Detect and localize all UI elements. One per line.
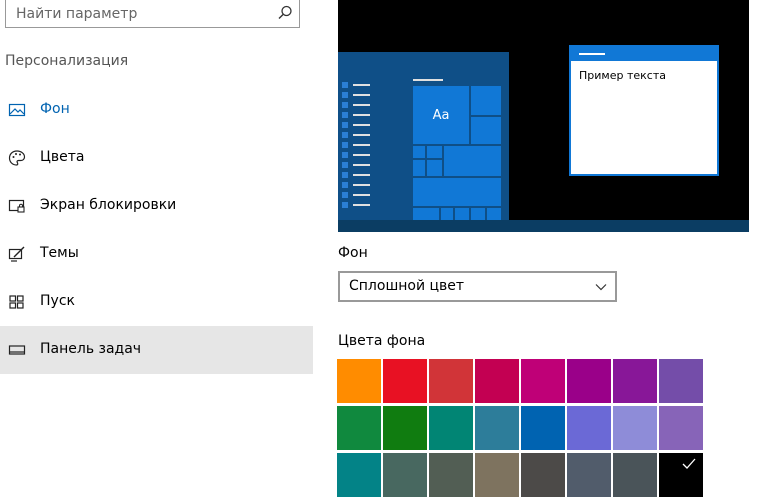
- preview-tile: [427, 146, 442, 158]
- color-swatch[interactable]: [429, 406, 473, 450]
- sidebar-item-themes[interactable]: Темы: [0, 230, 313, 278]
- color-swatch[interactable]: [429, 359, 473, 403]
- sidebar-item-label: Экран блокировки: [40, 197, 177, 213]
- sidebar-item-label: Панель задач: [40, 341, 142, 357]
- background-type-dropdown[interactable]: Сплошной цвет: [338, 271, 617, 302]
- color-swatch[interactable]: [475, 453, 519, 497]
- color-swatch[interactable]: [383, 453, 427, 497]
- sidebar: Персонализация Фон Цвета Экран блокировк…: [0, 0, 313, 504]
- color-swatch[interactable]: [613, 453, 657, 497]
- preview-tile: [413, 178, 501, 206]
- preview-window-titlebar: [571, 47, 717, 61]
- color-swatch[interactable]: [383, 359, 427, 403]
- preview-tile-label: Aa: [432, 107, 450, 123]
- preview-tile: [455, 208, 469, 220]
- background-colors-label: Цвета фона: [338, 333, 426, 349]
- preview-tile: [413, 146, 425, 158]
- sidebar-item-background[interactable]: Фон: [0, 86, 313, 134]
- color-swatch[interactable]: [337, 453, 381, 497]
- preview-window-text: Пример текста: [579, 69, 666, 82]
- chevron-down-icon: [595, 284, 607, 291]
- checkmark-icon: [682, 458, 696, 469]
- sidebar-item-start[interactable]: Пуск: [0, 278, 313, 326]
- taskbar-icon: [8, 345, 26, 355]
- preview-tile: [441, 208, 453, 220]
- color-swatch[interactable]: [521, 406, 565, 450]
- sidebar-item-colors[interactable]: Цвета: [0, 134, 313, 182]
- color-swatch[interactable]: [475, 359, 519, 403]
- search-icon[interactable]: [276, 4, 294, 22]
- section-title: Персонализация: [5, 53, 129, 69]
- lock-screen-icon: [8, 199, 25, 213]
- search-box[interactable]: [5, 0, 300, 28]
- color-swatch[interactable]: [567, 359, 611, 403]
- color-swatch[interactable]: [475, 406, 519, 450]
- picture-icon: [8, 103, 26, 117]
- preview-taskbar: [338, 220, 749, 232]
- preview-tiles-header: [413, 79, 443, 81]
- preview-tile: [471, 86, 501, 115]
- sidebar-item-lock-screen[interactable]: Экран блокировки: [0, 182, 313, 230]
- sidebar-item-label: Фон: [40, 101, 70, 117]
- sidebar-item-label: Цвета: [40, 149, 85, 165]
- color-swatch[interactable]: [659, 453, 703, 497]
- preview-window: Пример текста: [569, 45, 719, 176]
- preview-tile-aa: Aa: [413, 86, 469, 144]
- color-swatch[interactable]: [659, 406, 703, 450]
- color-swatch[interactable]: [659, 359, 703, 403]
- preview-tile: [487, 208, 501, 220]
- preview-app-list: [342, 80, 372, 210]
- palette-icon: [8, 150, 26, 166]
- preview-start-menu: Aa: [338, 52, 509, 220]
- sidebar-item-label: Пуск: [40, 293, 75, 309]
- preview-tile: [471, 208, 485, 220]
- preview-tile: [444, 146, 501, 176]
- dropdown-selected-value: Сплошной цвет: [349, 278, 465, 294]
- color-swatch[interactable]: [613, 406, 657, 450]
- sidebar-item-label: Темы: [40, 245, 79, 261]
- color-swatch[interactable]: [337, 406, 381, 450]
- color-swatch[interactable]: [521, 453, 565, 497]
- background-label: Фон: [338, 245, 368, 261]
- color-swatch[interactable]: [383, 406, 427, 450]
- background-preview: Aa Пример текста: [338, 0, 749, 232]
- color-swatch[interactable]: [521, 359, 565, 403]
- sidebar-nav: Фон Цвета Экран блокировки Темы Пуск Пан…: [0, 86, 313, 374]
- preview-tile: [471, 117, 501, 144]
- search-input[interactable]: [16, 4, 266, 24]
- color-swatch[interactable]: [567, 453, 611, 497]
- sidebar-item-taskbar[interactable]: Панель задач: [0, 326, 313, 374]
- color-swatch[interactable]: [337, 359, 381, 403]
- start-grid-icon: [9, 295, 24, 309]
- color-swatch[interactable]: [613, 359, 657, 403]
- preview-tile: [427, 160, 442, 176]
- preview-tile: [413, 160, 425, 176]
- color-swatch[interactable]: [567, 406, 611, 450]
- color-swatch[interactable]: [429, 453, 473, 497]
- brush-icon: [8, 246, 25, 262]
- preview-tile: [413, 208, 439, 220]
